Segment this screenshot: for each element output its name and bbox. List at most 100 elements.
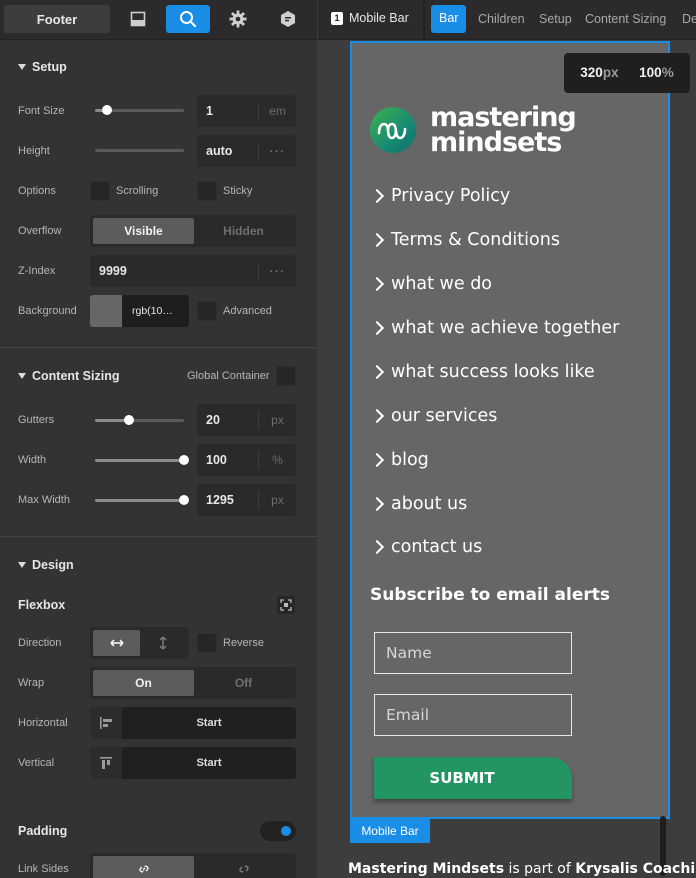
tab-content-sizing[interactable]: Content Sizing (585, 12, 666, 26)
tab-setup[interactable]: Setup (539, 12, 572, 26)
chevron-right-icon (369, 320, 385, 336)
nav-link-privacy-policy[interactable]: Privacy Policy (369, 186, 510, 206)
background-swatch[interactable] (90, 295, 122, 327)
max-width-field[interactable]: 1295 px (197, 484, 296, 516)
name-field[interactable] (374, 632, 572, 674)
font-size-slider[interactable] (95, 105, 184, 115)
width-slider-handle[interactable] (179, 455, 189, 465)
width-field[interactable]: 100 % (197, 444, 296, 476)
background-value[interactable]: rgb(10… (132, 305, 173, 317)
chevron-right-icon (369, 496, 385, 512)
align-left-icon (90, 707, 122, 739)
background-color-picker[interactable]: rgb(10… (90, 295, 189, 327)
nav-link-blog[interactable]: blog (369, 450, 429, 470)
design-section-header[interactable]: Design (18, 558, 74, 572)
reverse-label: Reverse (223, 637, 264, 649)
chevron-right-icon (369, 364, 385, 380)
font-size-field[interactable]: 1 em (197, 95, 296, 127)
wrap-off-option[interactable]: Off (194, 670, 293, 696)
overflow-hidden-option[interactable]: Hidden (194, 218, 293, 244)
footer-brand: Mastering Mindsets (348, 861, 505, 877)
setup-section-header[interactable]: Setup (18, 60, 67, 74)
padding-toggle[interactable] (260, 821, 296, 841)
mobile-bar-preview[interactable]: mastering mindsets Privacy Policy Terms … (350, 41, 670, 819)
wrap-on-option[interactable]: On (93, 670, 194, 696)
tab-bar[interactable]: Bar (431, 5, 467, 33)
nav-link-contact-us[interactable]: contact us (369, 537, 482, 557)
expand-icon[interactable] (277, 596, 295, 614)
email-field[interactable] (374, 694, 572, 736)
breadcrumb[interactable]: 1 Mobile Bar (331, 11, 409, 25)
logo[interactable]: mastering mindsets (370, 104, 577, 156)
tab-design[interactable]: De (682, 12, 696, 26)
wrap-segmented: On Off (90, 667, 296, 699)
direction-label: Direction (18, 637, 62, 649)
search-icon[interactable] (166, 5, 210, 33)
tab-children[interactable]: Children (478, 12, 525, 26)
chevron-right-icon (369, 188, 385, 204)
nav-link-our-services[interactable]: our services (369, 406, 497, 426)
link-icon (138, 865, 149, 873)
footer-tab[interactable]: Footer (4, 5, 110, 33)
element-tag[interactable]: Mobile Bar (350, 819, 430, 843)
reverse-checkbox[interactable] (197, 633, 217, 653)
horizontal-select[interactable]: Start (90, 707, 296, 739)
more-options-icon[interactable]: ··· (269, 143, 285, 158)
nav-link-what-we-achieve[interactable]: what we achieve together (369, 318, 619, 338)
nav-link-what-success[interactable]: what success looks like (369, 362, 595, 382)
nav-link-what-we-do[interactable]: what we do (369, 274, 492, 294)
footer-mid-text: is part of (504, 861, 576, 877)
direction-row-option[interactable] (93, 630, 140, 656)
gear-icon[interactable] (216, 5, 260, 33)
more-options-icon[interactable]: ··· (269, 263, 285, 278)
gutters-field[interactable]: 20 px (197, 404, 296, 436)
overflow-visible-option[interactable]: Visible (93, 218, 194, 244)
link-sides-off-option[interactable] (194, 856, 293, 878)
align-top-icon (90, 747, 122, 779)
z-index-label: Z-Index (18, 265, 56, 277)
content-sizing-section-header[interactable]: Content Sizing (18, 369, 120, 383)
horizontal-label: Horizontal (18, 717, 68, 729)
padding-heading: Padding (18, 824, 68, 838)
nav-link-terms[interactable]: Terms & Conditions (369, 230, 560, 250)
footer-credit: Mastering Mindsets is part of Krysalis C… (348, 861, 696, 877)
direction-column-option[interactable] (140, 630, 186, 656)
vertical-select[interactable]: Start (90, 747, 296, 779)
width-slider-fill (95, 459, 184, 462)
scrolling-checkbox[interactable] (90, 181, 110, 201)
height-slider[interactable] (95, 149, 184, 152)
gutters-unit[interactable]: px (259, 413, 296, 427)
link-sides-on-option[interactable] (93, 856, 194, 878)
font-size-slider-handle[interactable] (102, 105, 113, 115)
overflow-segmented: Visible Hidden (90, 215, 296, 247)
gutters-slider[interactable] (95, 415, 184, 425)
max-width-unit[interactable]: px (259, 493, 296, 507)
submit-button[interactable]: SUBMIT (374, 757, 572, 799)
custom-css-icon[interactable] (266, 5, 310, 33)
viewport-width: 320px (580, 65, 619, 80)
gutters-slider-handle[interactable] (123, 415, 134, 425)
field-separator (258, 262, 259, 280)
layout-icon[interactable] (116, 5, 160, 33)
email-input[interactable] (375, 695, 571, 735)
max-width-slider-handle[interactable] (179, 495, 189, 505)
viewport-readout: 320px 100% (564, 53, 690, 93)
link-sides-segmented (90, 853, 296, 878)
toggle-dot (281, 826, 291, 836)
nav-link-about-us[interactable]: about us (369, 494, 467, 514)
height-field[interactable]: auto ··· (197, 135, 296, 167)
global-container-checkbox[interactable] (276, 366, 296, 386)
font-size-unit[interactable]: em (259, 104, 296, 118)
width-slider[interactable] (95, 455, 189, 465)
name-input[interactable] (375, 633, 571, 673)
max-width-slider-fill (95, 499, 184, 502)
max-width-slider[interactable] (95, 495, 189, 505)
advanced-checkbox[interactable] (197, 301, 217, 321)
sticky-checkbox[interactable] (197, 181, 217, 201)
z-index-field[interactable]: 9999 ··· (90, 255, 296, 287)
inspector-toolbar: Footer (0, 0, 317, 40)
width-unit[interactable]: % (259, 453, 296, 467)
width-label: Width (18, 454, 47, 466)
collapse-triangle-icon (18, 64, 26, 70)
advanced-label: Advanced (223, 305, 272, 317)
